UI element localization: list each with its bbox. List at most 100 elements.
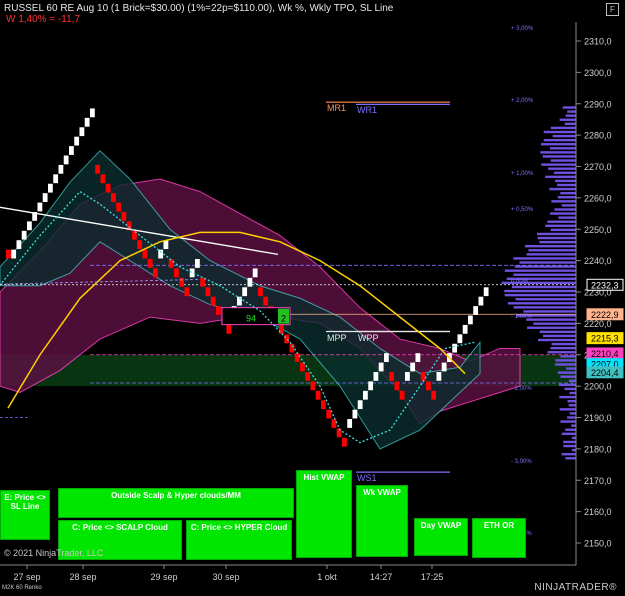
profile-bar [527,326,576,329]
renko-brick [373,372,379,381]
renko-brick [242,287,248,297]
renko-brick [37,202,43,212]
zone-right-label: 2 [281,314,286,324]
profile-bar [528,249,576,252]
profile-bar [504,293,576,297]
y-tick-label: 2250,0 [584,225,612,235]
renko-brick [294,353,300,362]
renko-brick [205,287,211,297]
pct-label: - 1,00% [511,314,532,321]
profile-bar [567,110,576,113]
y-tick-label: 2170,0 [584,476,612,486]
profile-bar [558,383,576,387]
e-price-sl-button[interactable]: E: Price <> SL Line [0,490,50,540]
eth-or-button[interactable]: ETH OR [472,518,526,558]
renko-brick [441,362,447,372]
renko-brick [179,277,185,287]
profile-bar [559,118,576,121]
pivot-label-mpp: MPP [327,332,347,343]
profile-bar [537,236,576,240]
renko-brick [11,249,17,259]
profile-bar [560,355,576,358]
day-vwap-button[interactable]: Day VWAP [414,518,468,556]
y-tick-label: 2290,0 [584,99,612,109]
pct-label: - 2,00% [511,386,532,393]
profile-bar [513,273,576,276]
profile-bar [550,159,576,162]
y-tick-label: 2300,0 [584,68,612,78]
wk-vwap-button[interactable]: Wk VWAP [356,485,408,557]
y-tick-label: 2310,0 [584,37,612,47]
profile-bar [555,359,576,362]
y-tick-label: 2150,0 [584,539,612,549]
profile-bar [557,196,576,199]
renko-brick [247,277,253,287]
profile-bar [541,143,576,146]
profile-bar [555,179,576,183]
window-menu-icon[interactable]: F [606,3,619,16]
pivot-label-ws1: WS1 [357,473,377,484]
renko-brick [357,400,363,410]
profile-bar [564,387,576,391]
profile-bar [568,379,576,382]
renko-brick [436,372,442,381]
renko-brick [74,136,80,146]
renko-brick [200,277,206,287]
profile-bar [562,106,576,109]
renko-brick [210,296,216,306]
profile-bar [545,175,576,179]
renko-brick [95,164,101,174]
pivot-label-mr1: MR1 [327,103,347,114]
profile-bar [541,163,576,166]
renko-brick [58,164,64,174]
profile-bar [566,367,576,370]
renko-brick [431,390,437,400]
renko-brick [53,174,59,184]
pivot-label-wpp: WPP [358,332,379,343]
profile-bar [511,285,576,289]
profile-bar [538,338,576,342]
renko-brick [315,390,321,400]
y-tick-label: 2220,0 [584,319,612,329]
renko-brick [258,287,263,297]
y-tick-label: 2270,0 [584,162,612,172]
profile-bar [564,122,576,126]
profile-bar [543,138,576,142]
renko-brick [21,230,27,240]
profile-bar [563,444,576,448]
instrument-footer: M2K 60 Renko [2,585,42,591]
renko-brick [90,108,95,118]
profile-bar [549,147,576,150]
renko-brick [63,155,69,165]
renko-brick [457,334,463,344]
renko-brick [279,324,284,334]
profile-bar [537,232,576,236]
renko-brick [111,193,116,202]
renko-brick [137,240,143,250]
renko-brick [168,259,174,268]
pct-label: 0,00% [511,278,529,285]
profile-bar [550,346,576,350]
renko-brick [363,390,368,400]
hist-vwap-button[interactable]: Hist VWAP [296,470,352,558]
renko-brick [405,372,410,381]
y-tick-label: 2160,0 [584,507,612,517]
profile-bar [548,167,576,170]
renko-brick [263,296,269,306]
renko-brick [342,437,347,447]
profile-bar [513,257,576,260]
profile-bar [515,298,576,301]
profile-bar [542,334,576,338]
renko-brick [226,324,232,334]
y-tick-label: 2200,0 [584,382,612,392]
chart-subtitle: W 1,40% = -11,7 [6,14,81,25]
c-price-hyper-button[interactable]: C: Price <> HYPER Cloud [186,520,292,560]
renko-brick [116,202,122,212]
y-tick-label: 2180,0 [584,444,612,454]
profile-bar [543,130,576,134]
profile-bar [547,351,576,354]
renko-brick [336,428,342,438]
renko-brick [478,296,484,306]
price-tag-label: 2210,4 [591,349,619,359]
outside-scalp-button[interactable]: Outside Scalp & Hyper clouds/MM [58,488,294,518]
